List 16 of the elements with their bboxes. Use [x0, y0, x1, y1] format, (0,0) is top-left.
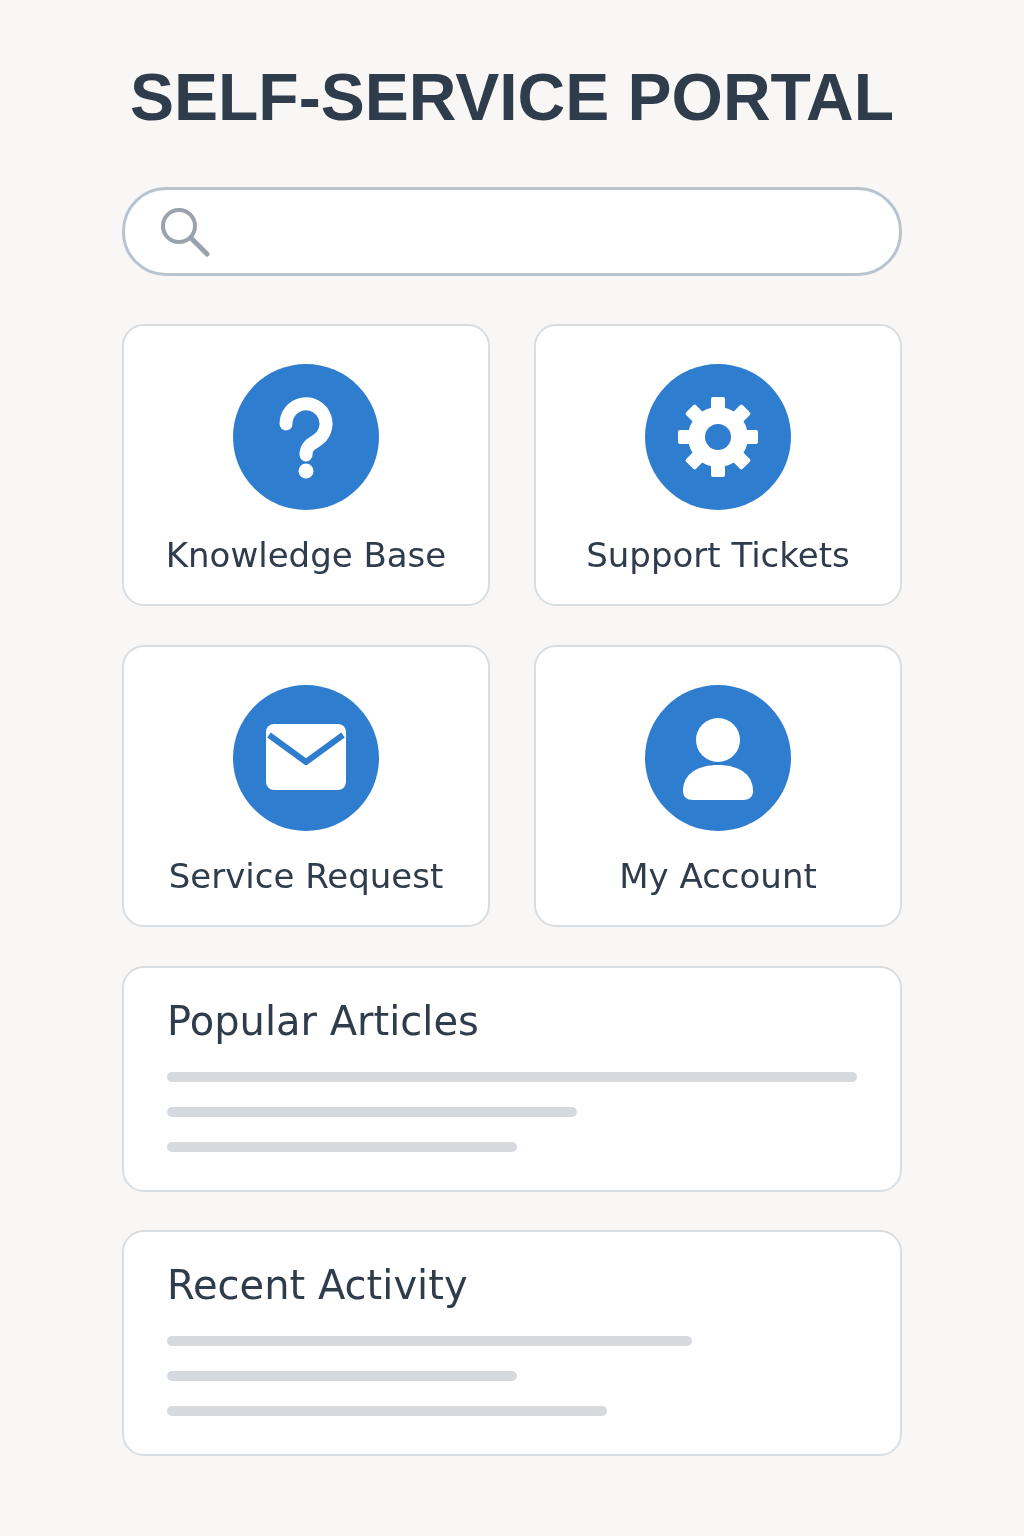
tile-label: Service Request [168, 855, 444, 899]
envelope-icon [233, 685, 379, 832]
search-icon [159, 205, 211, 258]
tile-label: Knowledge Base [165, 534, 447, 578]
panel-title: Recent Activity [167, 1261, 469, 1311]
panel-title: Popular Articles [167, 997, 480, 1047]
portal-tile[interactable]: My Account [534, 645, 902, 928]
person-icon [645, 685, 791, 832]
portal-tile[interactable]: Service Request [122, 645, 490, 928]
question-icon [233, 364, 379, 511]
gear-icon [645, 364, 791, 511]
tile-label: Support Tickets [586, 534, 850, 578]
portal-tile[interactable]: Support Tickets [534, 324, 902, 607]
tile-label: My Account [619, 855, 817, 899]
portal-tile[interactable]: Knowledge Base [122, 324, 490, 607]
page-title: SELF-SERVICE PORTAL [129, 59, 895, 136]
